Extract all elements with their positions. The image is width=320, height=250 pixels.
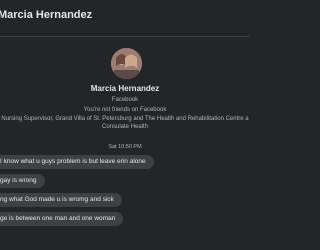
work-info-line-1: Nursing Supervisor, Grand Villa of St. P… bbox=[1, 116, 249, 122]
friend-status: You're not friends on Facebook bbox=[83, 107, 167, 113]
profile-avatar[interactable] bbox=[111, 48, 142, 79]
work-info-line-2: Consulate Health bbox=[101, 124, 149, 130]
message-bubble[interactable]: I know what u guys problem is but leave … bbox=[0, 155, 154, 169]
message-bubble[interactable]: ge is between one man and one woman bbox=[0, 212, 124, 226]
message-bubble[interactable]: ng what God made u is wromg and sick bbox=[0, 193, 122, 207]
profile-photo-icon bbox=[111, 48, 142, 79]
message-bubble[interactable]: gay is wrong bbox=[0, 174, 45, 188]
profile-platform: Facebook bbox=[111, 97, 139, 103]
profile-name: Marcia Hernandez bbox=[90, 84, 160, 93]
conversation-header: Marcia Hernandez bbox=[0, 0, 250, 37]
contact-name[interactable]: Marcia Hernandez bbox=[0, 9, 92, 21]
message-timestamp: Sat 10:50 PM bbox=[108, 144, 142, 150]
